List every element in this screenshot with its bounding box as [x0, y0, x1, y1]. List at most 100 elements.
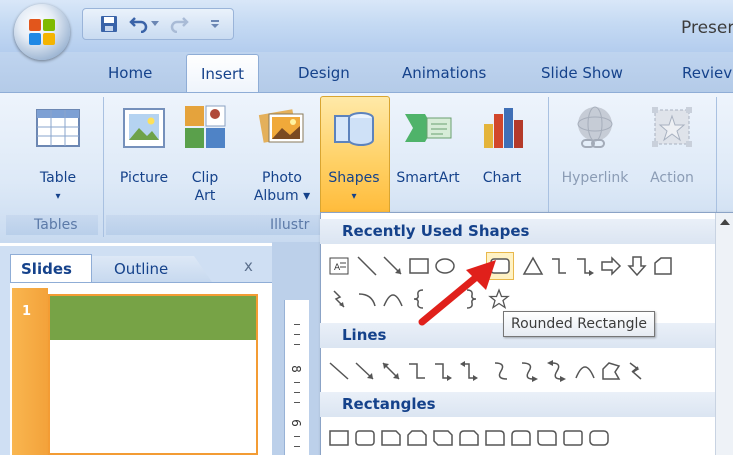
section-recently-used-shapes: Recently Used Shapes [320, 219, 715, 244]
lightning-bolt-shape-icon[interactable] [328, 288, 350, 310]
arrow-line-shape-icon[interactable] [382, 255, 404, 277]
tab-home[interactable]: Home [108, 64, 152, 82]
clip-art-icon [185, 105, 226, 148]
undo-dropdown-icon[interactable] [149, 12, 161, 36]
redo-icon [167, 12, 191, 36]
elbow-double-arrow-shape-icon[interactable] [458, 360, 480, 382]
tab-animations[interactable]: Animations [402, 64, 486, 82]
quick-access-toolbar [82, 8, 234, 40]
shapes-button[interactable]: Shapes ▾ [320, 102, 388, 212]
table-dropdown-glyph: ▾ [55, 191, 61, 202]
ruler-number: 6 [288, 419, 303, 427]
ruler-tick [294, 334, 300, 335]
window-title: Preser [681, 18, 733, 38]
snip-round-rectangle-shape-icon[interactable] [458, 427, 480, 449]
scribble-shape-icon[interactable] [626, 360, 648, 382]
undo-icon[interactable] [127, 12, 151, 36]
tab-insert[interactable]: Insert [186, 54, 260, 93]
rounded-rectangle-shape-icon[interactable] [354, 427, 376, 449]
curved-connector-shape-icon[interactable] [490, 360, 512, 382]
table-button[interactable]: Table ▾ [26, 102, 90, 212]
ruler-tick [294, 436, 300, 437]
arrow-line-shape-icon[interactable] [354, 360, 376, 382]
right-arrow-shape-icon[interactable] [600, 255, 622, 277]
text-box-shape-icon[interactable]: A [328, 255, 350, 277]
ruler-number: 8 [288, 365, 303, 373]
line-shape-icon[interactable] [328, 360, 350, 382]
elbow-connector-shape-icon[interactable] [406, 360, 428, 382]
elbow-arrow-connector-shape-icon[interactable] [432, 360, 454, 382]
shapes-label: Shapes [328, 170, 380, 186]
hyperlink-button[interactable]: Hyperlink [554, 102, 636, 212]
picture-button[interactable]: Picture [112, 102, 176, 212]
rectangle-shape-icon[interactable] [562, 427, 584, 449]
elbow-connector-shape-icon[interactable] [548, 255, 570, 277]
svg-text:A: A [334, 263, 341, 273]
photo-album-button[interactable]: Photo Album ▾ [244, 102, 320, 212]
clip-art-label-line2: Art [194, 188, 216, 204]
rounded-rectangle-shape-icon[interactable] [588, 427, 610, 449]
rectangle-shape-icon[interactable] [328, 427, 350, 449]
action-icon [652, 107, 692, 147]
tab-design[interactable]: Design [298, 64, 350, 82]
arc-shape-icon[interactable] [356, 288, 378, 310]
smartart-label: SmartArt [396, 170, 460, 186]
gallery-scrollbar[interactable] [715, 213, 733, 455]
round-same-side-rectangle-shape-icon[interactable] [510, 427, 532, 449]
tab-outline[interactable]: Outline [92, 256, 212, 282]
ruler-tick [294, 446, 300, 447]
curve-shape-icon[interactable] [382, 288, 404, 310]
clip-art-button[interactable]: Clip Art [180, 102, 230, 212]
close-pane-icon[interactable]: x [244, 257, 253, 275]
hyperlink-label: Hyperlink [561, 170, 629, 186]
chart-icon [484, 108, 523, 148]
round-diagonal-rectangle-shape-icon[interactable] [536, 427, 558, 449]
curved-arrow-connector-shape-icon[interactable] [518, 360, 540, 382]
freeform-shape-icon[interactable] [600, 360, 622, 382]
shapes-dropdown-glyph: ▾ [351, 191, 357, 202]
shape-tooltip: Rounded Rectangle [503, 311, 655, 337]
triangle-shape-icon[interactable] [522, 255, 544, 277]
save-icon[interactable] [97, 12, 121, 36]
snip-corner-rectangle-shape-icon[interactable] [380, 427, 402, 449]
office-logo-icon [29, 19, 55, 45]
chart-label: Chart [482, 170, 522, 186]
tab-review[interactable]: Reviev [682, 64, 732, 82]
tab-slide-show[interactable]: Slide Show [541, 64, 623, 82]
snip-diagonal-rectangle-shape-icon[interactable] [432, 427, 454, 449]
round-corner-rectangle-shape-icon[interactable] [484, 427, 506, 449]
section-rectangles: Rectangles [320, 392, 715, 417]
down-arrow-shape-icon[interactable] [626, 255, 648, 277]
smartart-button[interactable]: SmartArt [390, 102, 466, 212]
flowchart-shape-icon[interactable] [652, 255, 674, 277]
scroll-up-icon[interactable] [720, 219, 730, 225]
tab-slides[interactable]: Slides [10, 254, 92, 282]
photo-album-label-line2: Album ▾ [253, 188, 311, 204]
clip-art-label-line1: Clip [191, 170, 219, 186]
curve-shape-icon[interactable] [574, 360, 596, 382]
table-label: Table [39, 170, 77, 186]
curved-double-arrow-shape-icon[interactable] [546, 360, 568, 382]
ruler-tick [294, 344, 300, 345]
chart-button[interactable]: Chart [472, 102, 532, 212]
table-icon [36, 109, 80, 147]
ruler-tick [294, 382, 300, 383]
double-arrow-line-shape-icon[interactable] [380, 360, 402, 382]
slide-number: 1 [22, 304, 32, 319]
ribbon-tab-row: Home Insert Design Animations Slide Show… [0, 52, 733, 93]
slide-thumbnail-header [50, 296, 256, 340]
line-shape-icon[interactable] [356, 255, 378, 277]
customize-qat-icon[interactable] [207, 12, 223, 36]
picture-icon [123, 108, 165, 148]
powerpoint-window: Preser Home Insert Design Animations Sli… [0, 0, 733, 455]
ruler-tick [294, 324, 300, 325]
snip-same-side-rectangle-shape-icon[interactable] [406, 427, 428, 449]
group-divider [103, 97, 104, 237]
action-label: Action [650, 170, 694, 186]
smartart-icon [405, 114, 452, 142]
group-label-tables: Tables [34, 217, 78, 233]
action-button[interactable]: Action [640, 102, 704, 212]
elbow-arrow-connector-shape-icon[interactable] [574, 255, 596, 277]
office-button[interactable] [14, 4, 70, 60]
annotation-arrow-icon [418, 260, 496, 326]
